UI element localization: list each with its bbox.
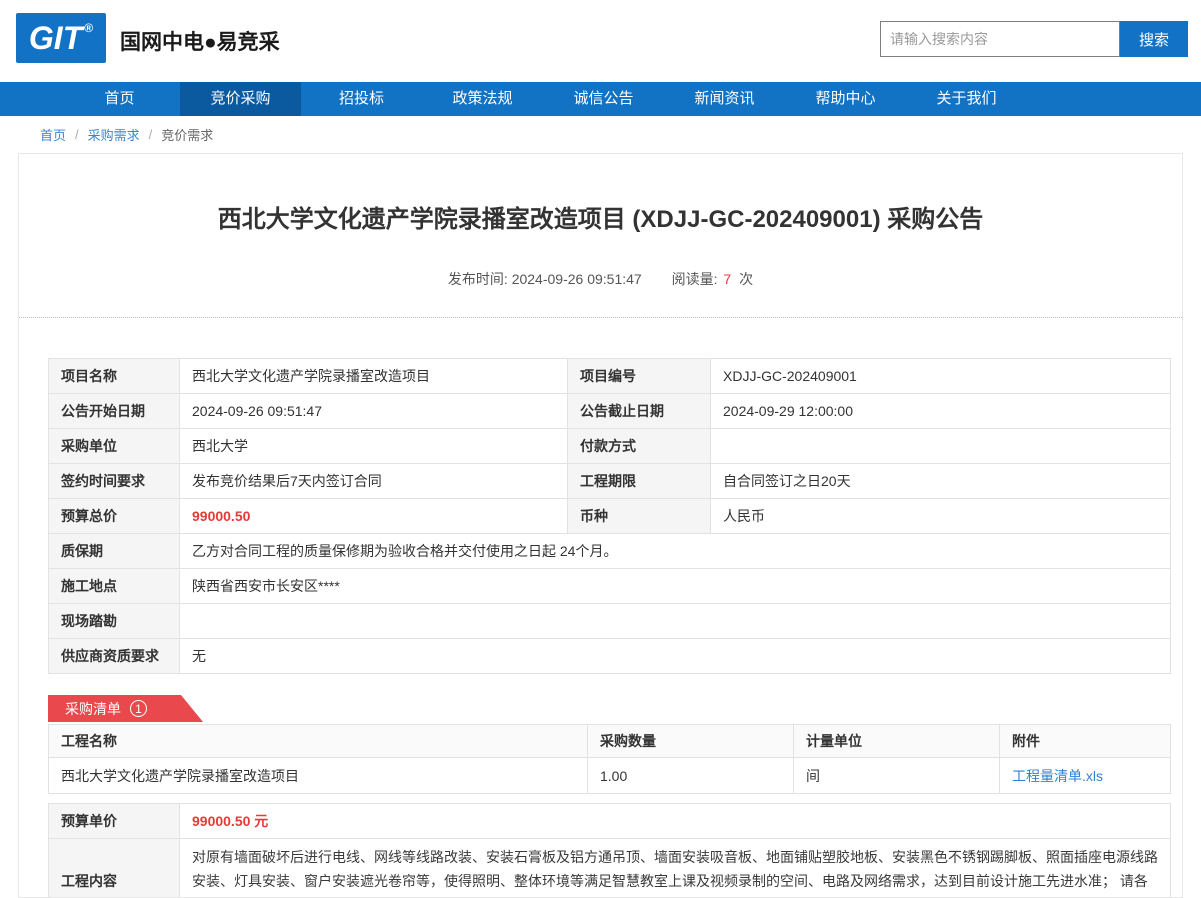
column-header: 附件 — [1000, 725, 1171, 758]
nav-item-about-us[interactable]: 关于我们 — [906, 82, 1027, 116]
detail-label: 现场踏勘 — [49, 604, 180, 639]
attachment-link[interactable]: 工程量清单.xls — [1012, 768, 1103, 784]
purchase-list-table: 工程名称 采购数量 计量单位 附件 西北大学文化遗产学院录播室改造项目 1.00… — [48, 724, 1171, 794]
purchase-list-tag: 采购清单 1 — [48, 695, 203, 722]
column-header: 采购数量 — [588, 725, 794, 758]
view-count-value: 7 — [723, 271, 731, 287]
breadcrumb-purchase-demand[interactable]: 采购需求 — [88, 125, 140, 144]
column-header: 工程名称 — [49, 725, 588, 758]
search-input[interactable] — [880, 21, 1120, 57]
detail-label: 公告截止日期 — [568, 394, 711, 429]
table-row: 项目名称 西北大学文化遗产学院录播室改造项目 项目编号 XDJJ-GC-2024… — [49, 359, 1171, 394]
detail-value: 西北大学 — [180, 429, 568, 464]
detail-label: 质保期 — [49, 534, 180, 569]
table-header-row: 工程名称 采购数量 计量单位 附件 — [49, 725, 1171, 758]
project-details-table: 项目名称 西北大学文化遗产学院录播室改造项目 项目编号 XDJJ-GC-2024… — [48, 358, 1171, 674]
nav-item-policies[interactable]: 政策法规 — [422, 82, 543, 116]
detail-label: 项目名称 — [49, 359, 180, 394]
table-row: 公告开始日期 2024-09-26 09:51:47 公告截止日期 2024-0… — [49, 394, 1171, 429]
detail-value — [180, 604, 1171, 639]
detail-value: 陕西省西安市长安区**** — [180, 569, 1171, 604]
detail-label: 采购单位 — [49, 429, 180, 464]
logo-text: GIT — [29, 20, 82, 57]
nav-item-bidding-purchase[interactable]: 竞价采购 — [180, 82, 301, 116]
brand-title: 国网中电●易竞采 — [120, 26, 280, 56]
table-row: 预算总价 99000.50 币种 人民币 — [49, 499, 1171, 534]
detail-label: 签约时间要求 — [49, 464, 180, 499]
detail-value: 2024-09-26 09:51:47 — [180, 394, 568, 429]
table-row: 签约时间要求 发布竞价结果后7天内签订合同 工程期限 自合同签订之日20天 — [49, 464, 1171, 499]
detail-label: 预算单价 — [49, 804, 180, 839]
project-name-cell: 西北大学文化遗产学院录播室改造项目 — [49, 758, 588, 794]
budget-total-value: 99000.50 — [180, 499, 568, 534]
detail-value: 2024-09-29 12:00:00 — [711, 394, 1171, 429]
attachment-cell: 工程量清单.xls — [1000, 758, 1171, 794]
detail-label: 币种 — [568, 499, 711, 534]
search-button[interactable]: 搜索 — [1120, 21, 1188, 57]
site-header: GIT® 国网中电●易竞采 搜索 — [0, 0, 1201, 82]
detail-label: 付款方式 — [568, 429, 711, 464]
detail-value: 无 — [180, 639, 1171, 674]
nav-item-home[interactable]: 首页 — [59, 82, 180, 116]
breadcrumb: 首页 / 采购需求 / 竞价需求 — [0, 116, 1201, 153]
detail-label: 工程期限 — [568, 464, 711, 499]
page-title: 西北大学文化遗产学院录播室改造项目 (XDJJ-GC-202409001) 采购… — [19, 199, 1182, 234]
budget-table: 预算单价 99000.50 元 工程内容 对原有墙面破坏后进行电线、网线等线路改… — [48, 803, 1171, 898]
unit-price-value: 99000.50 元 — [180, 804, 1171, 839]
detail-value: XDJJ-GC-202409001 — [711, 359, 1171, 394]
detail-value: 西北大学文化遗产学院录播室改造项目 — [180, 359, 568, 394]
table-row: 施工地点 陕西省西安市长安区**** — [49, 569, 1171, 604]
registered-trademark-icon: ® — [84, 21, 93, 35]
detail-value: 人民币 — [711, 499, 1171, 534]
table-row: 西北大学文化遗产学院录播室改造项目 1.00 间 工程量清单.xls — [49, 758, 1171, 794]
purchase-list-count-badge: 1 — [130, 700, 147, 717]
table-row: 采购单位 西北大学 付款方式 — [49, 429, 1171, 464]
publish-time: 发布时间: 2024-09-26 09:51:47 — [448, 269, 642, 289]
detail-label: 供应商资质要求 — [49, 639, 180, 674]
nav-item-integrity-notices[interactable]: 诚信公告 — [543, 82, 664, 116]
project-content-text: 对原有墙面破坏后进行电线、网线等线路改装、安装石膏板及铝方通吊顶、墙面安装吸音板… — [180, 839, 1171, 898]
detail-value — [711, 429, 1171, 464]
nav-item-help-center[interactable]: 帮助中心 — [785, 82, 906, 116]
breadcrumb-home[interactable]: 首页 — [40, 125, 66, 144]
detail-value: 乙方对合同工程的质量保修期为验收合格并交付使用之日起 24个月。 — [180, 534, 1171, 569]
purchase-list-tag-label: 采购清单 — [65, 699, 121, 719]
detail-label: 公告开始日期 — [49, 394, 180, 429]
column-header: 计量单位 — [794, 725, 1000, 758]
table-row: 质保期 乙方对合同工程的质量保修期为验收合格并交付使用之日起 24个月。 — [49, 534, 1171, 569]
announcement-card: 西北大学文化遗产学院录播室改造项目 (XDJJ-GC-202409001) 采购… — [18, 153, 1183, 898]
table-row: 预算单价 99000.50 元 — [49, 804, 1171, 839]
detail-label: 预算总价 — [49, 499, 180, 534]
table-row: 现场踏勘 — [49, 604, 1171, 639]
detail-label: 工程内容 — [49, 839, 180, 898]
search-bar: 搜索 — [880, 21, 1188, 57]
article-meta: 发布时间: 2024-09-26 09:51:47 阅读量: 7 次 — [19, 269, 1182, 289]
table-row: 工程内容 对原有墙面破坏后进行电线、网线等线路改装、安装石膏板及铝方通吊顶、墙面… — [49, 839, 1171, 898]
unit-cell: 间 — [794, 758, 1000, 794]
main-nav: 首页 竞价采购 招投标 政策法规 诚信公告 新闻资讯 帮助中心 关于我们 — [0, 82, 1201, 116]
quantity-cell: 1.00 — [588, 758, 794, 794]
divider — [19, 317, 1182, 318]
detail-value: 自合同签订之日20天 — [711, 464, 1171, 499]
breadcrumb-separator: / — [75, 127, 79, 142]
detail-label: 项目编号 — [568, 359, 711, 394]
breadcrumb-separator: / — [149, 127, 153, 142]
site-logo[interactable]: GIT® — [16, 13, 106, 63]
detail-label: 施工地点 — [49, 569, 180, 604]
view-count: 阅读量: 7 次 — [672, 269, 753, 289]
table-row: 供应商资质要求 无 — [49, 639, 1171, 674]
detail-value: 发布竞价结果后7天内签订合同 — [180, 464, 568, 499]
breadcrumb-current: 竞价需求 — [161, 125, 213, 144]
nav-item-tenders[interactable]: 招投标 — [301, 82, 422, 116]
nav-item-news[interactable]: 新闻资讯 — [664, 82, 785, 116]
